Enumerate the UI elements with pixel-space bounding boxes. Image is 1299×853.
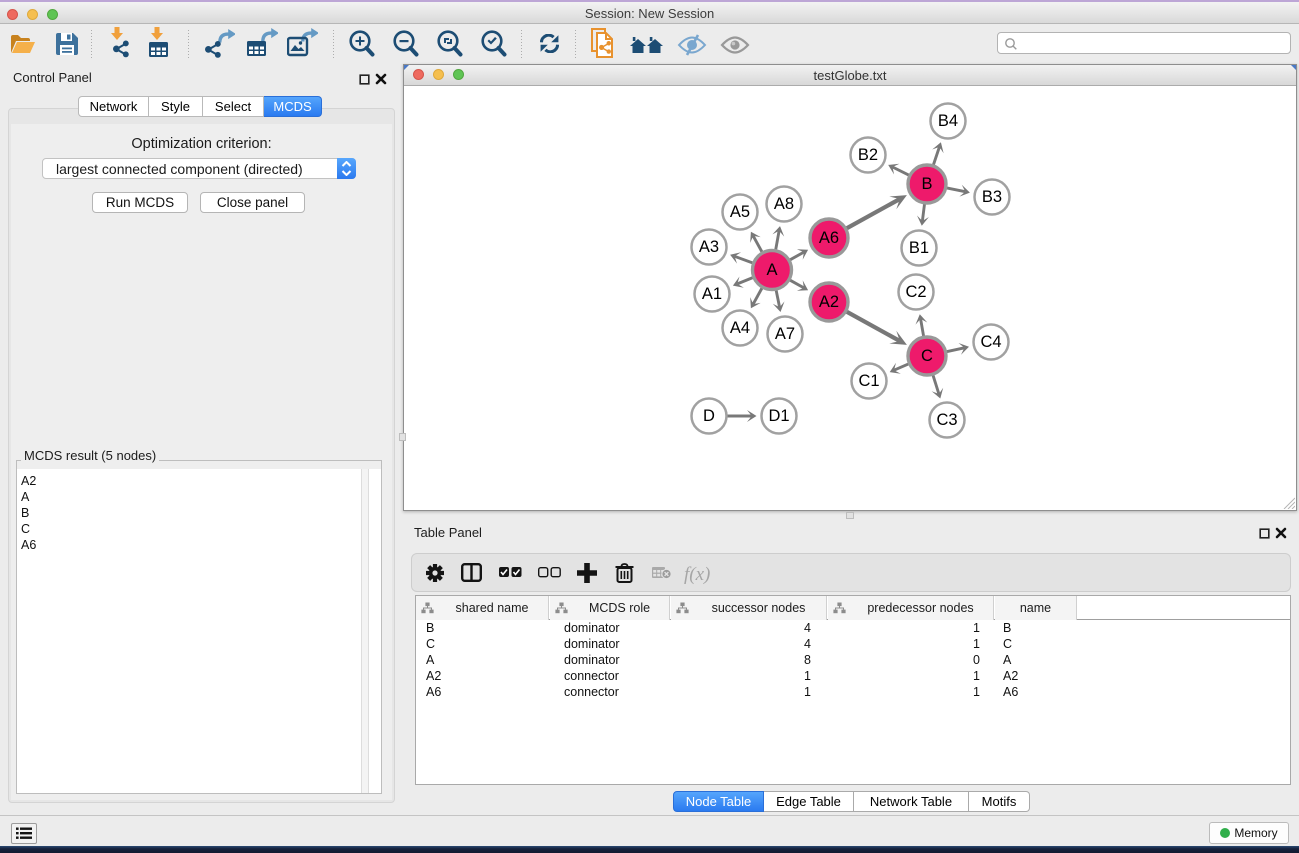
svg-text:A3: A3 (699, 238, 719, 256)
svg-text:C4: C4 (980, 333, 1001, 351)
svg-text:A4: A4 (730, 319, 750, 337)
svg-text:A7: A7 (775, 325, 795, 343)
svg-text:B4: B4 (938, 112, 958, 130)
svg-text:C3: C3 (936, 411, 957, 429)
svg-text:A8: A8 (774, 195, 794, 213)
svg-text:D1: D1 (768, 407, 789, 425)
svg-text:A5: A5 (730, 203, 750, 221)
svg-text:B2: B2 (858, 146, 878, 164)
svg-text:A: A (766, 261, 777, 279)
svg-text:B1: B1 (909, 239, 929, 257)
svg-text:A1: A1 (702, 285, 722, 303)
svg-text:A2: A2 (819, 293, 839, 311)
svg-text:C: C (921, 347, 933, 365)
svg-text:D: D (703, 407, 715, 425)
svg-text:B3: B3 (982, 188, 1002, 206)
svg-text:C2: C2 (905, 283, 926, 301)
svg-text:A6: A6 (819, 229, 839, 247)
svg-text:B: B (921, 175, 932, 193)
svg-text:C1: C1 (858, 372, 879, 390)
